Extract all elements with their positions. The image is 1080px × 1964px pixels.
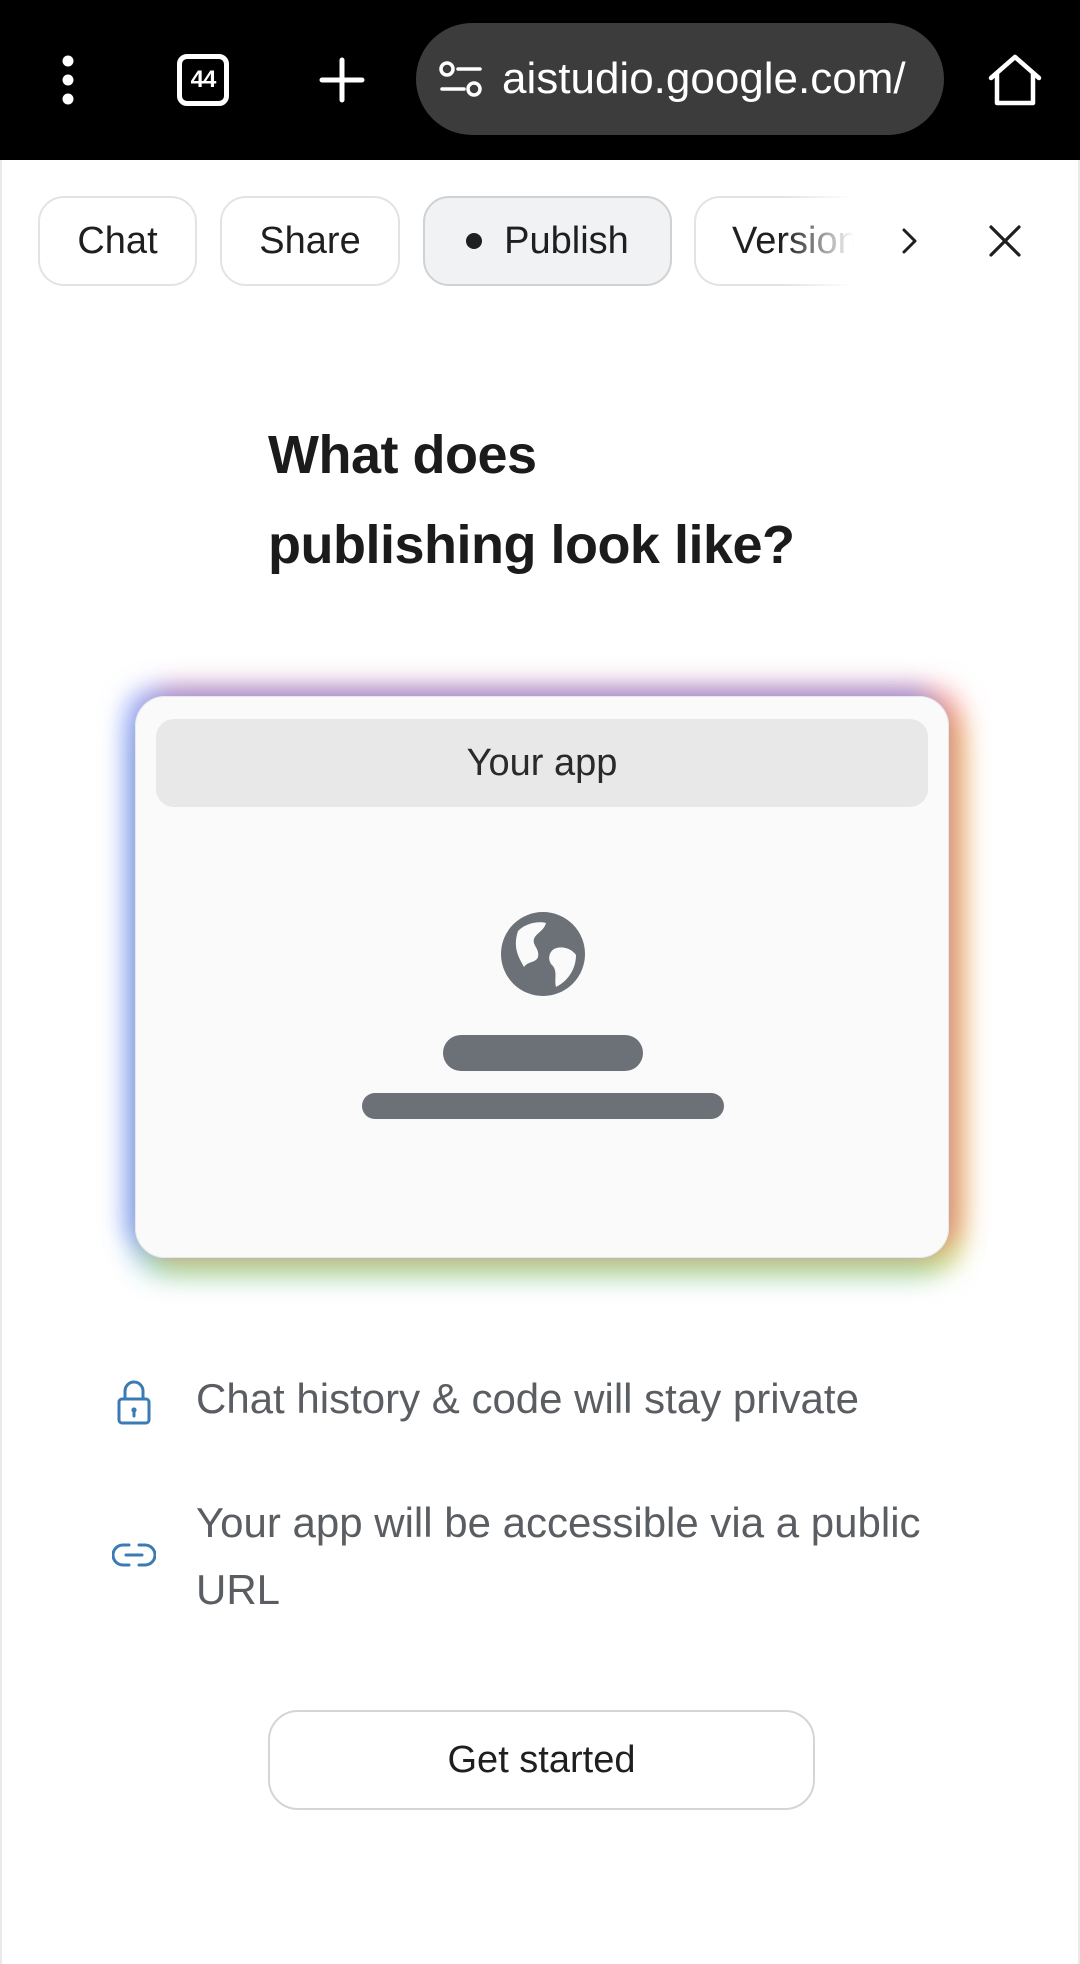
publish-chip-label: Publish bbox=[504, 219, 629, 262]
info-text-private: Chat history & code will stay private bbox=[196, 1375, 859, 1422]
menu-dots-icon[interactable] bbox=[52, 54, 84, 106]
tabs-icon[interactable]: 44 bbox=[177, 54, 229, 106]
publish-chip[interactable]: Publish bbox=[423, 196, 672, 286]
publish-panel: Chat Share Publish Versions What does pu… bbox=[0, 160, 1080, 1964]
plus-icon[interactable] bbox=[318, 56, 366, 104]
chat-chip-label: Chat bbox=[77, 219, 158, 262]
home-icon[interactable] bbox=[986, 52, 1044, 108]
site-settings-icon[interactable] bbox=[438, 59, 484, 99]
chip-scroll-fade bbox=[784, 196, 884, 286]
address-bar[interactable]: aistudio.google.com/ bbox=[416, 23, 944, 135]
globe-icon bbox=[501, 912, 585, 996]
info-text-public-url: Your app will be accessible via a public… bbox=[196, 1499, 921, 1613]
active-dot-icon bbox=[466, 233, 483, 249]
page-title-line-1: What does bbox=[268, 425, 537, 485]
app-preview-illustration: Your app bbox=[135, 696, 949, 1258]
chat-chip[interactable]: Chat bbox=[38, 196, 197, 286]
share-chip-label: Share bbox=[259, 219, 361, 262]
link-icon bbox=[112, 1543, 156, 1567]
page-title-line-2: publishing look like? bbox=[268, 515, 795, 575]
app-title-label: Your app bbox=[466, 741, 618, 784]
placeholder-title-bar bbox=[443, 1035, 643, 1071]
chevron-right-icon[interactable] bbox=[886, 218, 932, 264]
browser-toolbar: 44 aistudio.google.com/ bbox=[0, 0, 1080, 160]
placeholder-text-bar bbox=[362, 1093, 724, 1119]
page-title: What does publishing look like? bbox=[268, 410, 828, 590]
tab-count: 44 bbox=[190, 66, 217, 93]
get-started-label: Get started bbox=[447, 1738, 636, 1781]
url-text: aistudio.google.com/ bbox=[502, 54, 906, 103]
app-title-bar: Your app bbox=[156, 719, 928, 807]
get-started-button[interactable]: Get started bbox=[268, 1710, 815, 1810]
lock-icon bbox=[117, 1380, 151, 1425]
close-icon[interactable] bbox=[984, 220, 1026, 262]
share-chip[interactable]: Share bbox=[220, 196, 400, 286]
